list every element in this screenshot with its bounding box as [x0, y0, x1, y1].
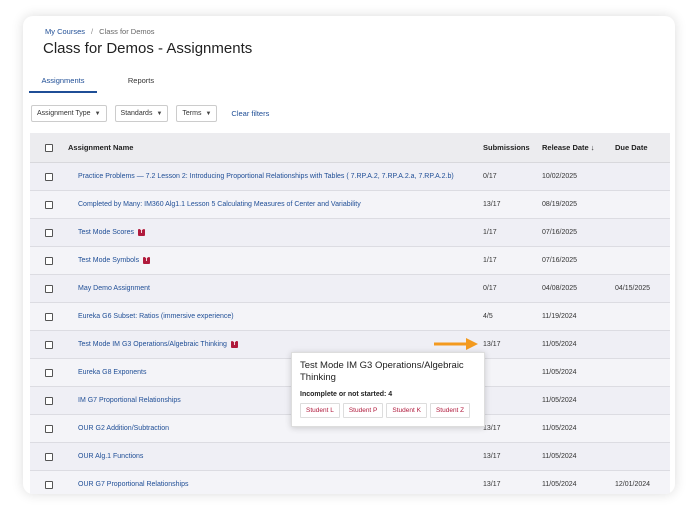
- tab-assignments[interactable]: Assignments: [29, 72, 97, 93]
- table-row[interactable]: OUR G7 Proportional Relationships 13/17 11…: [30, 471, 670, 494]
- assignment-link[interactable]: OUR Alg.1 Functions: [78, 453, 143, 460]
- select-all-checkbox[interactable]: [45, 143, 53, 152]
- row-checkbox[interactable]: [45, 480, 53, 489]
- release-date-cell: 10/02/2025: [542, 173, 578, 180]
- submissions-cell: 13/17: [483, 453, 501, 460]
- assignment-link[interactable]: Test Mode Scores: [78, 229, 134, 236]
- filter-label: Assignment Type: [37, 110, 91, 117]
- due-date-cell: 04/15/2025: [615, 285, 651, 292]
- test-mode-badge: T: [143, 257, 151, 264]
- release-date-cell: 07/16/2025: [542, 257, 578, 264]
- table-header: Assignment Name Submissions Release Date…: [30, 133, 670, 163]
- assignment-link[interactable]: Test Mode Symbols: [78, 257, 139, 264]
- row-checkbox[interactable]: [45, 452, 53, 461]
- header-due-date[interactable]: Due Date: [615, 143, 670, 152]
- release-date-cell: 07/16/2025: [542, 229, 578, 236]
- clear-filters-link[interactable]: Clear filters: [231, 109, 269, 118]
- tab-reports[interactable]: Reports: [107, 72, 175, 93]
- breadcrumb-current: Class for Demos: [99, 27, 155, 36]
- row-checkbox[interactable]: [45, 312, 53, 321]
- row-checkbox[interactable]: [45, 368, 53, 377]
- breadcrumb: My Courses / Class for Demos: [45, 27, 155, 36]
- filter-label: Standards: [120, 110, 153, 117]
- submissions-cell: 0/17: [483, 173, 497, 180]
- submissions-cell: 13/17: [483, 481, 501, 488]
- student-chip[interactable]: Student K: [386, 403, 427, 418]
- release-date-cell: 11/05/2024: [542, 341, 577, 348]
- header-submissions[interactable]: Submissions: [483, 143, 542, 152]
- filter-label: Terms: [182, 110, 202, 117]
- header-release-label: Release Date: [542, 143, 589, 152]
- assignment-link[interactable]: OUR G2 Addition/Subtraction: [78, 425, 169, 432]
- caret-down-icon: ▼: [94, 110, 101, 117]
- assignment-link[interactable]: Eureka G8 Exponents: [78, 369, 147, 376]
- caret-down-icon: ▼: [205, 110, 212, 117]
- submissions-cell: 0/17: [483, 285, 497, 292]
- filter-bar: Assignment Type ▼ Standards ▼ Terms ▼ Cl…: [31, 105, 269, 122]
- assignment-type-filter[interactable]: Assignment Type ▼: [31, 105, 107, 122]
- row-checkbox[interactable]: [45, 396, 53, 405]
- release-date-cell: 11/19/2024: [542, 313, 577, 320]
- test-mode-badge: T: [138, 229, 146, 236]
- row-checkbox[interactable]: [45, 256, 53, 265]
- table-row[interactable]: Practice Problems — 7.2 Lesson 2: Introd…: [30, 163, 670, 191]
- submissions-cell: 13/17: [483, 425, 501, 432]
- breadcrumb-my-courses[interactable]: My Courses: [45, 27, 85, 36]
- release-date-cell: 04/08/2025: [542, 285, 578, 292]
- assignment-link[interactable]: OUR G7 Proportional Relationships: [78, 481, 189, 488]
- submissions-cell: 1/17: [483, 229, 497, 236]
- assignment-link[interactable]: May Demo Assignment: [78, 285, 150, 292]
- test-mode-badge: T: [230, 341, 238, 348]
- header-assignment-name[interactable]: Assignment Name: [68, 143, 483, 152]
- tooltip-subtitle: Incomplete or not started: 4: [300, 391, 393, 398]
- assignment-link[interactable]: Eureka G6 Subset: Ratios (immersive expe…: [78, 313, 234, 320]
- release-date-cell: 11/05/2024: [542, 481, 577, 488]
- table-row[interactable]: OUR Alg.1 Functions 13/17 11/05/2024: [30, 443, 670, 471]
- release-date-cell: 08/19/2025: [542, 201, 578, 208]
- breadcrumb-separator: /: [91, 27, 94, 36]
- due-date-cell: 12/01/2024: [615, 481, 651, 488]
- row-checkbox[interactable]: [45, 424, 53, 433]
- table-row[interactable]: Test Mode Symbols T 1/17 07/16/2025: [30, 247, 670, 275]
- student-chip[interactable]: Student Z: [429, 403, 471, 418]
- student-chips: Student L Student P Student K Student Z: [300, 403, 476, 418]
- table-body: Practice Problems — 7.2 Lesson 2: Introd…: [30, 163, 670, 494]
- release-date-cell: 11/05/2024: [542, 425, 577, 432]
- assignment-link[interactable]: IM G7 Proportional Relationships: [78, 397, 181, 404]
- row-checkbox[interactable]: [45, 172, 53, 181]
- table-row[interactable]: Eureka G6 Subset: Ratios (immersive expe…: [30, 303, 670, 331]
- table-row[interactable]: Test Mode Scores T 1/17 07/16/2025: [30, 219, 670, 247]
- row-checkbox[interactable]: [45, 228, 53, 237]
- tooltip-title: Test Mode IM G3 Operations/Algebraic Thi…: [300, 360, 464, 383]
- arrow-right-icon: [434, 338, 478, 350]
- table-row[interactable]: May Demo Assignment 0/17 04/08/2025 04/15/2…: [30, 275, 670, 303]
- submissions-cell: 13/17: [483, 341, 501, 348]
- assignment-link[interactable]: Completed by Many: IM360 Alg1.1 Lesson 5…: [78, 201, 361, 208]
- row-checkbox[interactable]: [45, 340, 53, 349]
- student-chip[interactable]: Student L: [300, 403, 340, 418]
- assignment-link[interactable]: Test Mode IM G3 Operations/Algebraic Thi…: [78, 341, 227, 348]
- row-checkbox[interactable]: [45, 200, 53, 209]
- release-date-cell: 11/05/2024: [542, 397, 577, 404]
- assignments-table: Assignment Name Submissions Release Date…: [30, 133, 670, 494]
- release-date-cell: 11/05/2024: [542, 453, 577, 460]
- table-row[interactable]: Completed by Many: IM360 Alg1.1 Lesson 5…: [30, 191, 670, 219]
- standards-filter[interactable]: Standards ▼: [114, 105, 169, 122]
- header-release-date[interactable]: Release Date ↓: [542, 143, 615, 152]
- submissions-cell: 1/17: [483, 257, 497, 264]
- submissions-cell: 13/17: [483, 201, 501, 208]
- submissions-cell: 4/5: [483, 313, 493, 320]
- incomplete-students-tooltip: Test Mode IM G3 Operations/Algebraic Thi…: [291, 352, 485, 427]
- student-chip[interactable]: Student P: [342, 403, 384, 418]
- arrow-down-icon: ↓: [590, 143, 595, 152]
- terms-filter[interactable]: Terms ▼: [176, 105, 218, 122]
- release-date-cell: 11/05/2024: [542, 369, 577, 376]
- row-checkbox[interactable]: [45, 284, 53, 293]
- caret-down-icon: ▼: [156, 110, 163, 117]
- tab-bar: Assignments Reports: [29, 72, 175, 93]
- assignment-link[interactable]: Practice Problems — 7.2 Lesson 2: Introd…: [78, 173, 454, 180]
- page-title: Class for Demos - Assignments: [43, 40, 253, 57]
